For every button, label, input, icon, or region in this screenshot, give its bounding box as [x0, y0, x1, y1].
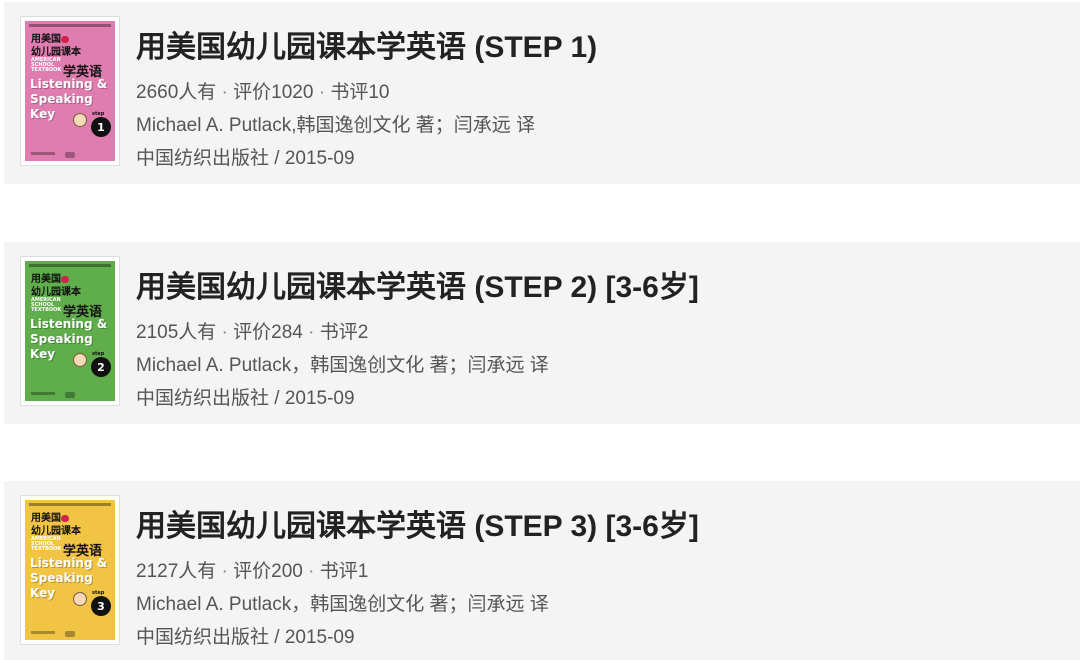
stats-separator: · [302, 322, 320, 343]
stats-separator: · [302, 561, 320, 582]
book-card: 用美国 幼儿园课本 AMERICAN SCHOOL TEXTBOOK 学英语 L… [4, 481, 1080, 660]
stats-separator: · [216, 82, 234, 103]
book-cover-image[interactable]: 用美国 幼儿园课本 AMERICAN SCHOOL TEXTBOOK 学英语 L… [20, 495, 120, 645]
book-stats: 2127人有 · 评价200 · 书评1 [136, 556, 368, 583]
cover-badge [61, 514, 70, 522]
stats-separator: · [216, 561, 234, 582]
cover-tagline [29, 264, 111, 267]
reviews-count: 书评1 [319, 561, 369, 582]
stats-separator: · [313, 82, 331, 103]
cover-tagline [29, 503, 111, 506]
owners-count: 2127人有 [136, 561, 217, 582]
cover-author-line [31, 392, 55, 395]
book-publisher-date: 中国纺织出版社 / 2015-09 [136, 388, 355, 409]
cover-art: 用美国 幼儿园课本 AMERICAN SCHOOL TEXTBOOK 学英语 L… [25, 261, 115, 401]
cover-badge [61, 35, 70, 43]
cover-child-illustration [73, 353, 87, 367]
cover-author-line [31, 152, 55, 155]
book-authors: Michael A. Putlack,韩国逸创文化 著；闫承远 译 [136, 115, 536, 136]
cover-step-badge: 3 [91, 596, 111, 616]
reviews-count: 书评2 [319, 322, 369, 343]
cover-child-illustration [73, 592, 87, 606]
cover-tagline [29, 24, 111, 27]
cover-badge [61, 275, 70, 283]
cover-school-text: AMERICAN SCHOOL TEXTBOOK [31, 536, 62, 552]
book-authors: Michael A. Putlack，韩国逸创文化 著；闫承远 译 [136, 355, 549, 376]
cover-publisher-logo [65, 631, 75, 637]
cover-art: 用美国 幼儿园课本 AMERICAN SCHOOL TEXTBOOK 学英语 L… [25, 500, 115, 640]
owners-count: 2660人有 [136, 82, 217, 103]
cover-school-text: AMERICAN SCHOOL TEXTBOOK [31, 297, 62, 313]
book-authors: Michael A. Putlack，韩国逸创文化 著；闫承远 译 [136, 594, 549, 615]
cover-title-line2: 幼儿园课本 [31, 287, 81, 298]
cover-art: 用美国 幼儿园课本 AMERICAN SCHOOL TEXTBOOK 学英语 L… [25, 21, 115, 161]
cover-child-illustration [73, 113, 87, 127]
cover-step-label: step [92, 111, 105, 117]
book-title-link[interactable]: 用美国幼儿园课本学英语 (STEP 3) [3-6岁] [136, 501, 699, 545]
book-list: 用美国 幼儿园课本 AMERICAN SCHOOL TEXTBOOK 学英语 L… [0, 0, 1080, 660]
book-cover-image[interactable]: 用美国 幼儿园课本 AMERICAN SCHOOL TEXTBOOK 学英语 L… [20, 256, 120, 406]
cover-title-line2: 幼儿园课本 [31, 47, 81, 58]
cover-step-label: step [92, 590, 105, 596]
reviews-count: 书评10 [330, 82, 390, 103]
cover-step-badge: 2 [91, 357, 111, 377]
cover-school-text: AMERICAN SCHOOL TEXTBOOK [31, 57, 62, 73]
book-card: 用美国 幼儿园课本 AMERICAN SCHOOL TEXTBOOK 学英语 L… [4, 242, 1080, 424]
cover-title-line2: 幼儿园课本 [31, 526, 81, 537]
book-card: 用美国 幼儿园课本 AMERICAN SCHOOL TEXTBOOK 学英语 L… [4, 2, 1080, 184]
stats-separator: · [216, 322, 234, 343]
cover-publisher-logo [65, 152, 75, 158]
book-title-link[interactable]: 用美国幼儿园课本学英语 (STEP 1) [136, 22, 597, 66]
ratings-count: 评价200 [233, 561, 303, 582]
book-publisher-date: 中国纺织出版社 / 2015-09 [136, 627, 355, 648]
cover-step-label: step [92, 351, 105, 357]
cover-author-line [31, 631, 55, 634]
book-stats: 2660人有 · 评价1020 · 书评10 [136, 77, 389, 104]
book-stats: 2105人有 · 评价284 · 书评2 [136, 317, 368, 344]
book-publisher-date: 中国纺织出版社 / 2015-09 [136, 148, 355, 169]
cover-step-badge: 1 [91, 117, 111, 137]
ratings-count: 评价1020 [233, 82, 314, 103]
book-title-link[interactable]: 用美国幼儿园课本学英语 (STEP 2) [3-6岁] [136, 262, 699, 306]
owners-count: 2105人有 [136, 322, 217, 343]
ratings-count: 评价284 [233, 322, 303, 343]
book-cover-image[interactable]: 用美国 幼儿园课本 AMERICAN SCHOOL TEXTBOOK 学英语 L… [20, 16, 120, 166]
cover-publisher-logo [65, 392, 75, 398]
